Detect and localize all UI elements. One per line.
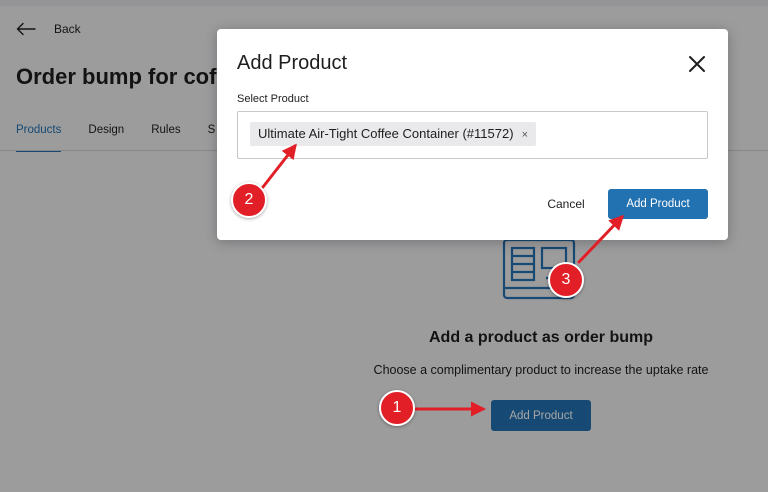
step-2-arrow bbox=[261, 143, 297, 189]
step-3-arrow bbox=[577, 214, 625, 264]
step-3-badge: 3 bbox=[548, 262, 584, 298]
step-1-badge: 1 bbox=[379, 390, 415, 426]
step-2-badge: 2 bbox=[231, 182, 267, 218]
